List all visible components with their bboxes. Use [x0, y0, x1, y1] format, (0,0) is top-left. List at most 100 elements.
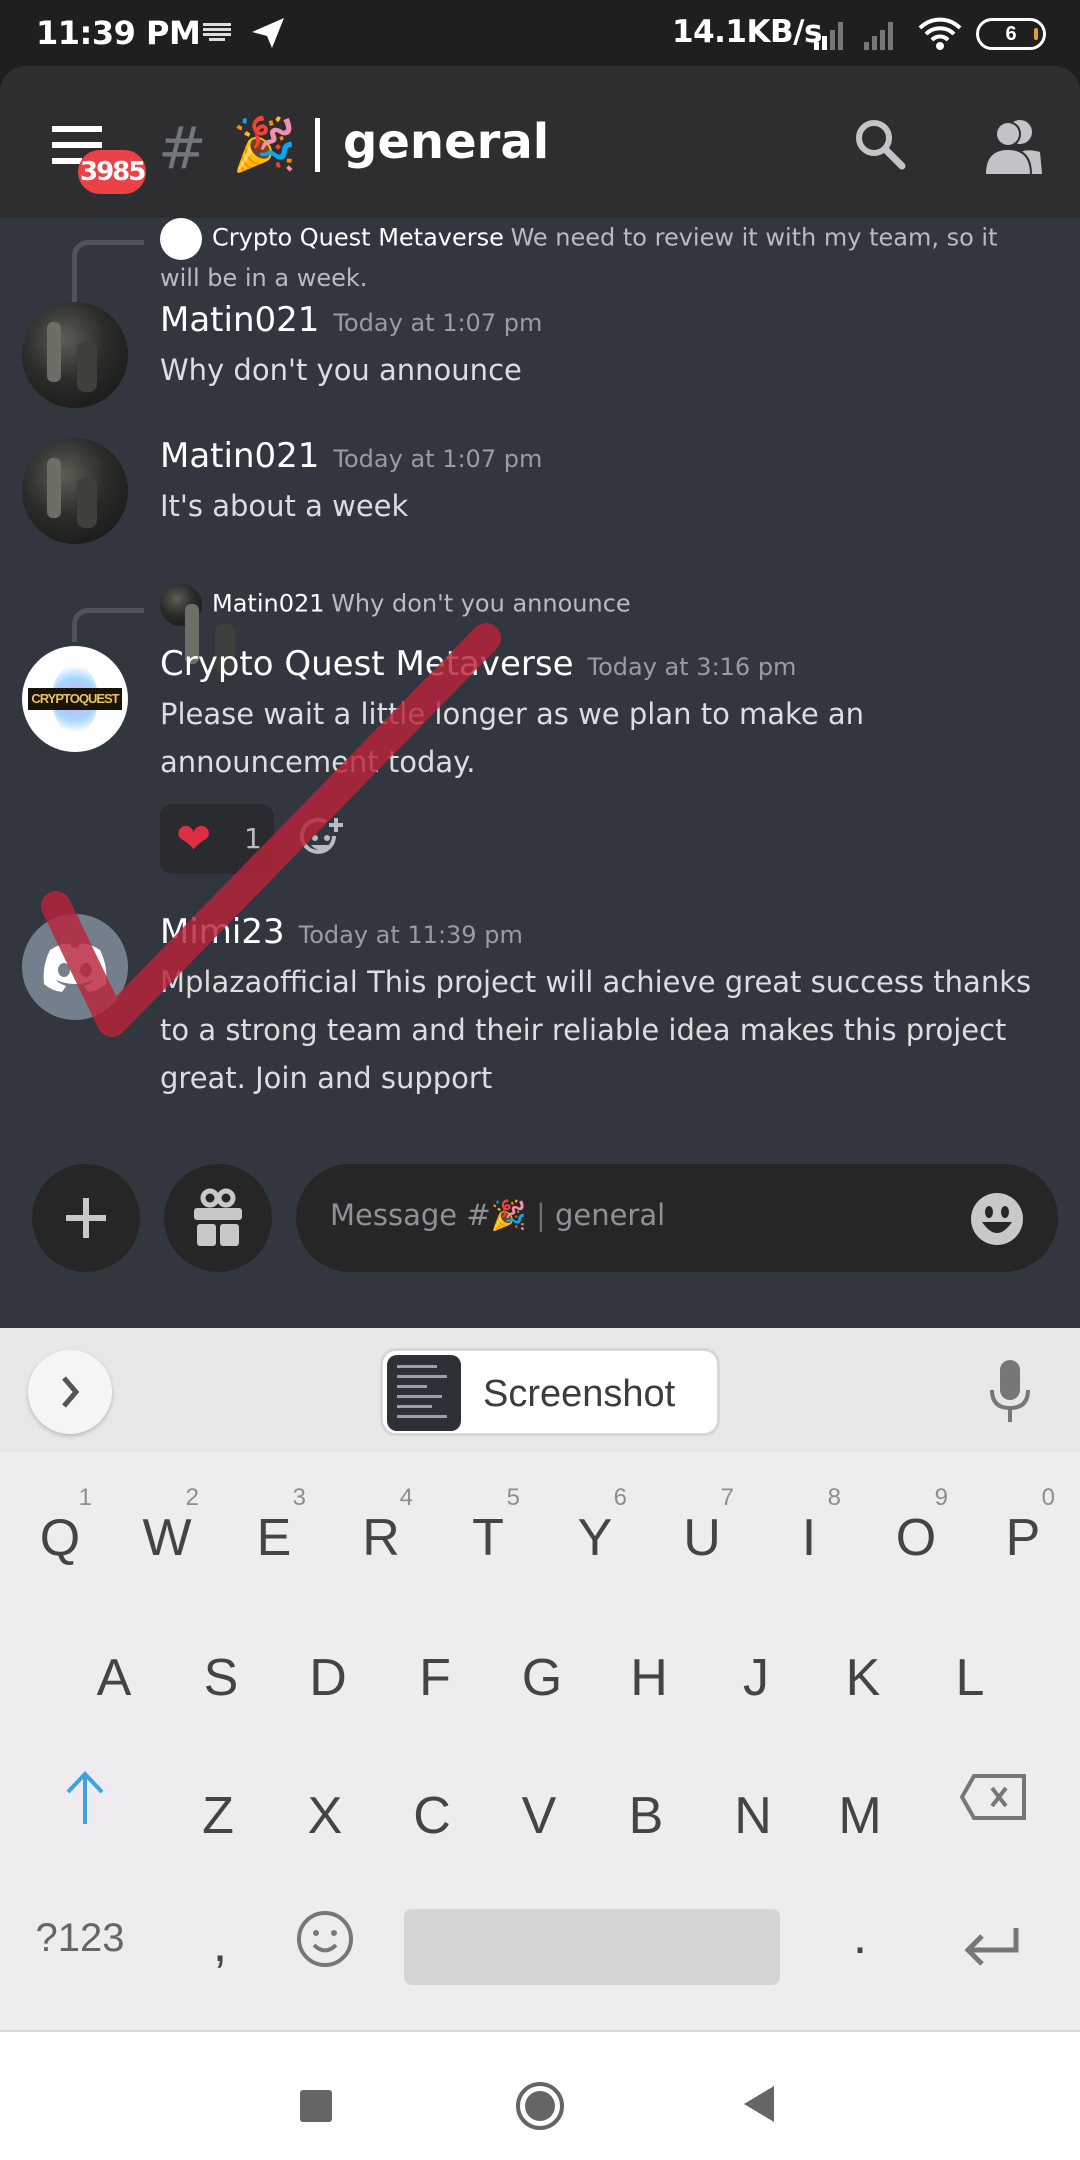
- keyboard-icon: [203, 23, 231, 41]
- key-p[interactable]: P0: [971, 1484, 1075, 1568]
- reaction-count: 1: [244, 822, 262, 855]
- key-a[interactable]: A: [62, 1648, 166, 1708]
- avatar[interactable]: CRYPTOQUEST: [22, 646, 128, 752]
- comma-key[interactable]: ,: [168, 1914, 272, 1974]
- key-r[interactable]: R4: [329, 1484, 433, 1568]
- separator: [315, 118, 320, 172]
- message-author[interactable]: Matin021: [160, 300, 319, 340]
- reply-preview[interactable]: Crypto Quest Metaverse We need to review…: [160, 218, 1040, 297]
- hash-icon: #: [158, 114, 207, 182]
- suggestion-label: Screenshot: [483, 1373, 676, 1415]
- key-o[interactable]: O9: [864, 1484, 968, 1568]
- keyboard: Q1W2E3R4T5Y6U7I8O9P0 ASDFGHJKL ZXCVBNM ?…: [0, 1452, 1080, 2030]
- battery-icon: 6: [976, 18, 1046, 50]
- message-timestamp: Today at 1:07 pm: [333, 309, 543, 337]
- wifi-icon: [918, 17, 962, 50]
- key-f[interactable]: F: [383, 1648, 487, 1708]
- key-w[interactable]: W2: [115, 1484, 219, 1568]
- message-input[interactable]: Message #🎉 | general: [296, 1164, 1058, 1272]
- avatar[interactable]: [22, 438, 128, 544]
- home-button[interactable]: [516, 2082, 564, 2130]
- key-s[interactable]: S: [169, 1648, 273, 1708]
- screenshot-suggestion[interactable]: Screenshot: [380, 1348, 720, 1436]
- key-hint: 5: [506, 1484, 520, 1511]
- key-i[interactable]: I8: [757, 1484, 861, 1568]
- symbols-key[interactable]: ?123: [28, 1916, 132, 1961]
- status-bar: 11:39 PM 14.1KB/s 6: [0, 0, 1080, 66]
- key-hint: 8: [827, 1484, 841, 1511]
- key-q[interactable]: Q1: [8, 1484, 112, 1568]
- key-n[interactable]: N: [701, 1786, 805, 1846]
- network-speed: 14.1KB/s: [672, 14, 822, 50]
- message-list[interactable]: Crypto Quest Metaverse We need to review…: [0, 218, 1080, 1328]
- gift-button[interactable]: [164, 1164, 272, 1272]
- key-hint: 0: [1041, 1484, 1055, 1511]
- emoji-key[interactable]: [296, 1910, 354, 1968]
- message[interactable]: Matin021 Today at 1:07 pm Why don't you a…: [160, 300, 1060, 394]
- avatar[interactable]: [22, 914, 128, 1020]
- reply-text: Why don't you announce: [331, 589, 631, 618]
- key-d[interactable]: D: [276, 1648, 380, 1708]
- key-t[interactable]: T5: [436, 1484, 540, 1568]
- channel-title[interactable]: general: [343, 114, 549, 170]
- message-timestamp: Today at 3:16 pm: [587, 653, 797, 681]
- shift-key[interactable]: [62, 1770, 108, 1826]
- members-icon[interactable]: [982, 116, 1044, 174]
- channel-header: 3985 # 🎉 general: [0, 66, 1080, 218]
- space-key[interactable]: [404, 1909, 780, 1985]
- keyboard-toolbar: Screenshot: [0, 1328, 1080, 1452]
- key-h[interactable]: H: [597, 1648, 701, 1708]
- key-b[interactable]: B: [594, 1786, 698, 1846]
- emoji-icon[interactable]: [970, 1192, 1024, 1246]
- message-text: Mplazaofficial This project will achieve…: [160, 965, 1032, 1095]
- key-hint: 3: [292, 1484, 306, 1511]
- key-y[interactable]: Y6: [543, 1484, 647, 1568]
- key-hint: 4: [399, 1484, 413, 1511]
- reply-preview[interactable]: Matin021 Why don't you announce: [160, 584, 1040, 674]
- avatar-logo-text: CRYPTOQUEST: [28, 688, 122, 710]
- microphone-icon[interactable]: [990, 1360, 1030, 1422]
- reaction-heart[interactable]: ❤ 1: [160, 804, 274, 874]
- enter-key[interactable]: [964, 1926, 1020, 1968]
- key-j[interactable]: J: [704, 1648, 808, 1708]
- message-author[interactable]: Matin021: [160, 436, 319, 476]
- message-author[interactable]: Mimi23: [160, 912, 285, 952]
- key-k[interactable]: K: [811, 1648, 915, 1708]
- key-x[interactable]: X: [273, 1786, 377, 1846]
- attach-button[interactable]: [32, 1164, 140, 1272]
- message-author[interactable]: Crypto Quest Metaverse: [160, 644, 574, 684]
- key-l[interactable]: L: [918, 1648, 1022, 1708]
- backspace-key[interactable]: [960, 1774, 1026, 1820]
- signal-icon: [814, 22, 843, 50]
- discord-app: 3985 # 🎉 general Crypto Quest Metaverse …: [0, 66, 1080, 1328]
- key-hint: 1: [78, 1484, 92, 1511]
- key-z[interactable]: Z: [166, 1786, 270, 1846]
- key-m[interactable]: M: [808, 1786, 912, 1846]
- key-c[interactable]: C: [380, 1786, 484, 1846]
- avatar[interactable]: [22, 302, 128, 408]
- key-v[interactable]: V: [487, 1786, 591, 1846]
- search-icon[interactable]: [852, 116, 910, 174]
- gift-icon: [194, 1188, 242, 1246]
- unread-badge: 3985: [78, 150, 146, 194]
- message-text: It's about a week: [160, 489, 409, 523]
- message[interactable]: Crypto Quest Metaverse Today at 3:16 pm P…: [160, 644, 1060, 786]
- message[interactable]: Matin021 Today at 1:07 pm It's about a we…: [160, 436, 1060, 530]
- key-u[interactable]: U7: [650, 1484, 754, 1568]
- discord-logo-icon: [43, 943, 107, 992]
- status-time: 11:39 PM: [36, 14, 201, 52]
- recents-button[interactable]: [300, 2090, 332, 2122]
- key-hint: 7: [720, 1484, 734, 1511]
- period-key[interactable]: .: [808, 1906, 912, 1966]
- key-hint: 6: [613, 1484, 627, 1511]
- key-e[interactable]: E3: [222, 1484, 326, 1568]
- reply-author: Crypto Quest Metaverse: [212, 223, 504, 252]
- key-g[interactable]: G: [490, 1648, 594, 1708]
- party-emoji: 🎉: [232, 116, 297, 174]
- add-reaction-icon[interactable]: [300, 816, 346, 862]
- message-text: Why don't you announce: [160, 353, 522, 387]
- message[interactable]: Mimi23 Today at 11:39 pm Mplazaofficial T…: [160, 912, 1060, 1102]
- screenshot-thumbnail: [387, 1355, 461, 1431]
- expand-toolbar-button[interactable]: [28, 1350, 112, 1434]
- back-button[interactable]: [744, 2086, 774, 2122]
